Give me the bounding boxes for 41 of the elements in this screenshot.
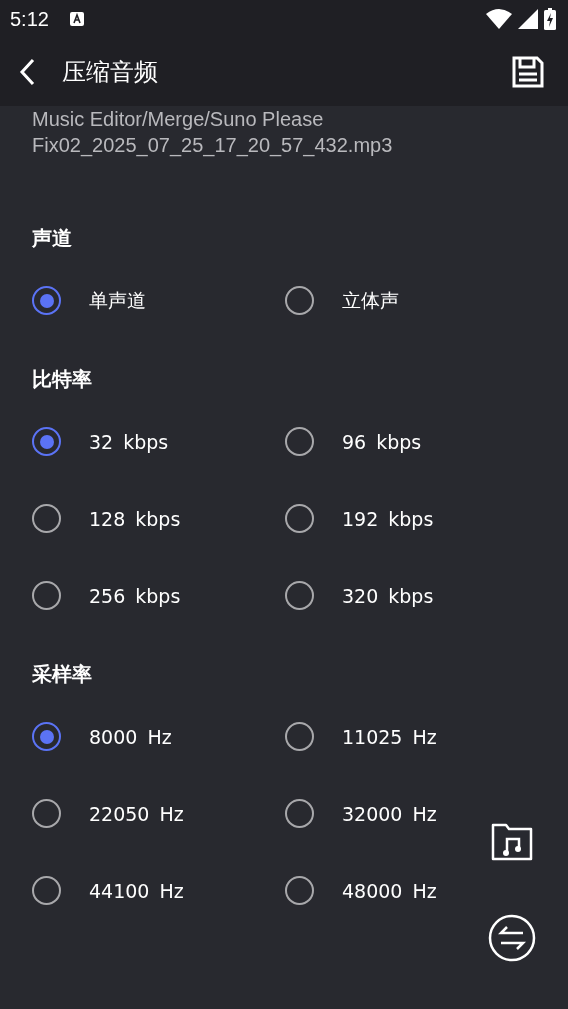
section-heading: 采样率 [32, 661, 93, 688]
battery-icon [544, 8, 556, 30]
radio-button[interactable] [285, 427, 314, 456]
option-label: 22050 Hz [89, 802, 184, 825]
option-label: 单声道 [89, 287, 146, 313]
option-label: 44100 Hz [89, 879, 184, 902]
page-title: 压缩音频 [62, 57, 158, 88]
option-label: 192 kbps [342, 507, 434, 530]
status-time: 5:12 [10, 7, 49, 31]
signal-icon [518, 9, 538, 29]
swap-button[interactable] [488, 914, 536, 962]
radio-button[interactable] [285, 876, 314, 905]
option-label: 48000 Hz [342, 879, 437, 902]
file-path: Music Editor/Merge/Suno Please Fix02_2025_07_25_17_20_57_432.mp3 [32, 107, 394, 158]
option-label: 8000 Hz [89, 725, 172, 748]
notification-icon [68, 11, 85, 27]
option-label: 256 kbps [89, 584, 181, 607]
radio-button[interactable] [32, 581, 61, 610]
radio-button[interactable] [32, 504, 61, 533]
save-button[interactable] [512, 56, 544, 88]
radio-button[interactable] [285, 722, 314, 751]
radio-button[interactable] [285, 581, 314, 610]
radio-button[interactable] [32, 876, 61, 905]
option-label: 立体声 [342, 287, 399, 313]
option-label: 32000 Hz [342, 802, 437, 825]
radio-button[interactable] [32, 722, 61, 751]
section-heading: 比特率 [32, 366, 93, 393]
option-label: 11025 Hz [342, 725, 437, 748]
radio-button[interactable] [285, 504, 314, 533]
music-folder-button[interactable] [490, 822, 534, 862]
option-label: 320 kbps [342, 584, 434, 607]
radio-button[interactable] [32, 427, 61, 456]
radio-button[interactable] [32, 286, 61, 315]
section-heading: 声道 [32, 225, 73, 252]
radio-button[interactable] [285, 286, 314, 315]
wifi-icon [486, 9, 512, 29]
option-label: 128 kbps [89, 507, 181, 530]
radio-button[interactable] [32, 799, 61, 828]
option-label: 32 kbps [89, 430, 169, 453]
option-label: 96 kbps [342, 430, 422, 453]
radio-button[interactable] [285, 799, 314, 828]
